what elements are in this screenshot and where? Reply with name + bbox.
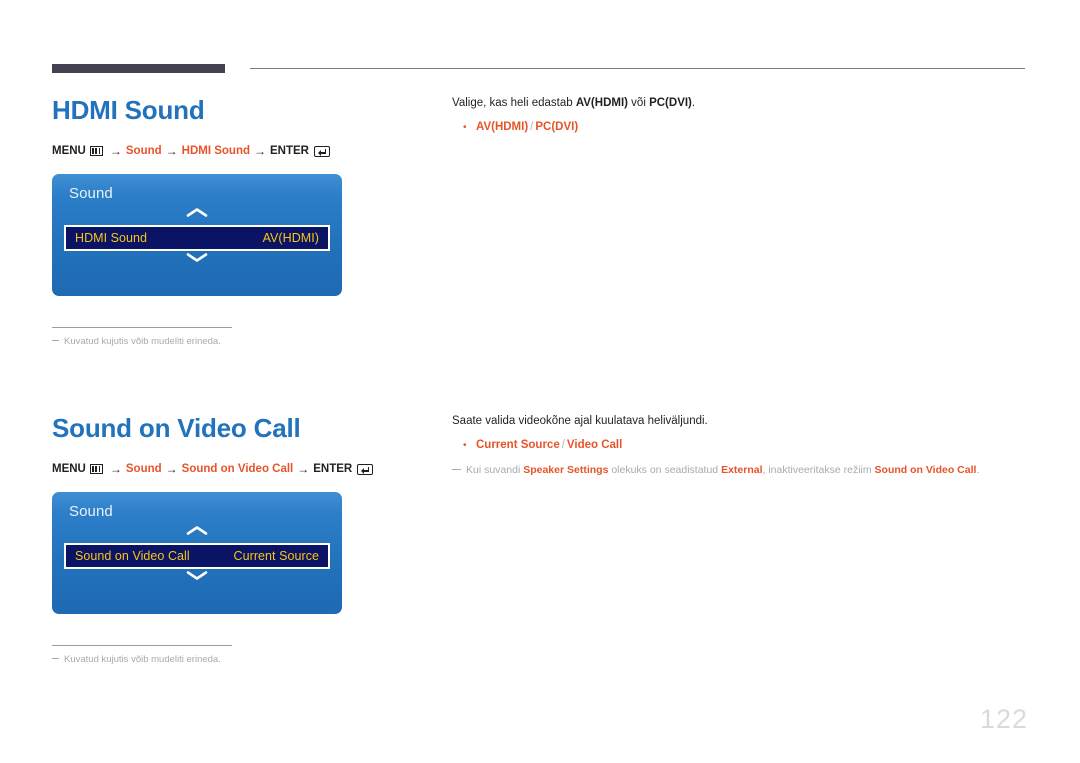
page-title: Sound on Video Call	[52, 413, 301, 443]
menu-path-step-sound: Sound	[125, 463, 162, 475]
note-post: .	[976, 464, 980, 476]
options-bullet: • AV(HDMI) / PC(DVI)	[452, 119, 1032, 136]
note: Kui suvandi Speaker Settings olekuks on …	[452, 463, 1032, 478]
option-separator: /	[561, 439, 565, 451]
menu-path: MENU → Sound → Sound on Video Call → ENT…	[52, 462, 432, 476]
menu-grid-icon	[89, 464, 103, 474]
manual-page: HDMI Sound MENU → Sound → HDMI Sound → E…	[0, 0, 1080, 763]
option-current-source: Current Source	[476, 439, 560, 451]
menu-path-arrow: →	[109, 144, 122, 158]
enter-return-icon	[314, 145, 330, 157]
menu-path: MENU → Sound → HDMI Sound → ENTER	[52, 144, 432, 158]
desc-post: .	[691, 97, 696, 109]
bullet-dot-icon: •	[463, 122, 467, 133]
menu-path-arrow: →	[297, 462, 310, 476]
footnote-text: Kuvatud kujutis võib mudeliti erineda.	[64, 336, 221, 347]
footnote-rule	[52, 645, 232, 646]
section-left-column: HDMI Sound MENU → Sound → HDMI Sound → E…	[52, 95, 432, 347]
section-left-column: Sound on Video Call MENU → Sound → Sound…	[52, 413, 432, 665]
page-title: HDMI Sound	[52, 95, 205, 125]
menu-path-step-hdmi-sound: HDMI Sound	[181, 145, 251, 157]
description-paragraph: Saate valida videokõne ajal kuulatava he…	[452, 415, 708, 427]
menu-path-menu-label: MENU	[52, 463, 86, 475]
menu-path-step-sound-on-video-call: Sound on Video Call	[181, 463, 294, 475]
footnote-text: Kuvatud kujutis võib mudeliti erineda.	[64, 654, 221, 665]
menu-path-arrow: →	[109, 462, 122, 476]
bullet-dot-icon: •	[463, 440, 467, 451]
enter-return-icon	[357, 463, 374, 475]
options-text: Current Source / Video Call	[476, 437, 622, 453]
osd-row-value: AV(HDMI)	[262, 231, 319, 245]
menu-grid-icon	[89, 146, 103, 156]
section-right-column: Saate valida videokõne ajal kuulatava he…	[452, 413, 1032, 478]
osd-row-label: Sound on Video Call	[75, 549, 190, 563]
chevron-down-icon[interactable]	[186, 570, 208, 581]
note-mid-1: olekuks on seadistatud	[608, 464, 722, 476]
desc-mid: või	[627, 97, 650, 109]
note-pre: Kui suvandi	[466, 464, 524, 476]
section-right-column: Valige, kas heli edastab AV(HDMI) või PC…	[452, 95, 1032, 136]
options-bullet: • Current Source / Video Call	[452, 437, 1032, 454]
option-avhdmi: AV(HDMI)	[476, 121, 529, 133]
osd-title: Sound	[69, 503, 113, 520]
footnote: Kuvatud kujutis võib mudeliti erineda.	[52, 336, 432, 347]
menu-path-arrow: →	[165, 462, 178, 476]
page-number: 122	[979, 704, 1028, 734]
note-dash-icon	[452, 468, 461, 470]
options-text: AV(HDMI) / PC(DVI)	[476, 119, 578, 135]
footnote-dash-icon	[52, 658, 59, 659]
osd-title: Sound	[69, 185, 113, 202]
menu-path-enter-label: ENTER	[313, 463, 353, 475]
chevron-up-icon[interactable]	[186, 525, 208, 536]
chevron-down-icon[interactable]	[186, 252, 208, 263]
menu-path-menu-label: MENU	[52, 145, 86, 157]
menu-path-enter-label: ENTER	[270, 145, 309, 157]
menu-path-step-sound: Sound	[125, 145, 162, 157]
description-paragraph: Valige, kas heli edastab AV(HDMI) või PC…	[452, 95, 1032, 111]
header-rule-thick	[52, 64, 225, 73]
osd-sound-menu: Sound HDMI Sound AV(HDMI)	[52, 174, 342, 296]
note-text: Kui suvandi Speaker Settings olekuks on …	[466, 463, 979, 478]
osd-row-label: HDMI Sound	[75, 231, 148, 245]
note-mid-2: , inaktiveeritakse režiim	[762, 464, 875, 476]
desc-pre: Valige, kas heli edastab	[452, 97, 576, 109]
note-kw-speaker-settings: Speaker Settings	[523, 464, 609, 476]
footnote: Kuvatud kujutis võib mudeliti erineda.	[52, 654, 432, 665]
desc-bold-avhdmi: AV(HDMI)	[575, 97, 628, 109]
option-pcdvi: PC(DVI)	[535, 121, 579, 133]
osd-sound-menu: Sound Sound on Video Call Current Source	[52, 492, 342, 614]
note-kw-external: External	[721, 464, 763, 476]
footnote-rule	[52, 327, 232, 328]
menu-path-arrow: →	[254, 144, 267, 158]
desc-bold-pcdvi: PC(DVI)	[649, 97, 692, 109]
note-kw-sound-on-video-call: Sound on Video Call	[874, 464, 977, 476]
chevron-up-icon[interactable]	[186, 207, 208, 218]
osd-selected-row[interactable]: Sound on Video Call Current Source	[64, 543, 330, 569]
menu-path-arrow: →	[165, 144, 178, 158]
footnote-dash-icon	[52, 340, 59, 341]
osd-selected-row[interactable]: HDMI Sound AV(HDMI)	[64, 225, 330, 251]
option-video-call: Video Call	[566, 439, 623, 451]
osd-row-value: Current Source	[233, 549, 319, 563]
header-rule-thin	[250, 68, 1025, 69]
